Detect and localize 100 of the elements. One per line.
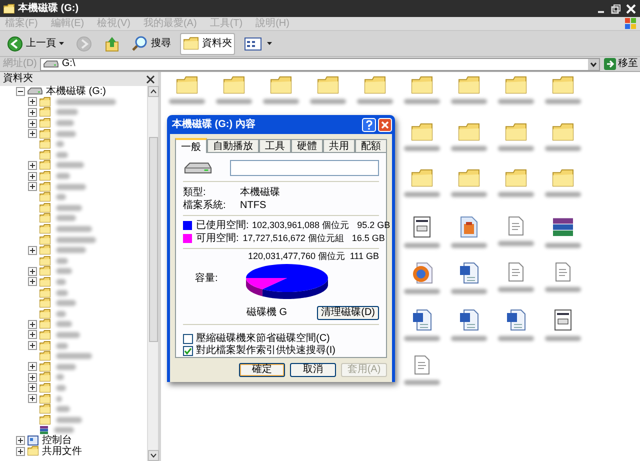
blurred-label bbox=[56, 141, 64, 148]
tab[interactable]: 一般 bbox=[175, 138, 207, 153]
restore-icon[interactable] bbox=[610, 2, 622, 14]
size-value: 95.2 GB bbox=[357, 221, 390, 230]
dialog-button[interactable]: 確定 bbox=[239, 363, 285, 377]
expand-icon[interactable] bbox=[28, 266, 37, 276]
blurred-label bbox=[356, 99, 392, 104]
field-label: 檔案系統: bbox=[183, 200, 227, 210]
blurred-label bbox=[404, 336, 440, 340]
blurred-label bbox=[56, 321, 72, 328]
expand-icon[interactable] bbox=[28, 362, 37, 372]
pane-title: 資料夾 bbox=[3, 74, 33, 84]
tree-item[interactable]: 控制台 bbox=[42, 435, 72, 446]
control-panel-icon bbox=[27, 435, 39, 446]
expand-icon[interactable] bbox=[28, 320, 37, 329]
expand-icon[interactable] bbox=[28, 246, 37, 255]
scroll-up-icon[interactable] bbox=[148, 86, 159, 97]
name-field[interactable] bbox=[230, 160, 379, 176]
expand-icon[interactable] bbox=[28, 97, 37, 106]
scrollbar-thumb[interactable] bbox=[148, 137, 158, 342]
folder-icon bbox=[410, 122, 432, 140]
tab[interactable]: 硬體 bbox=[291, 139, 323, 152]
folder-icon bbox=[39, 139, 51, 150]
tree-item[interactable]: 本機磁碟 (G:) bbox=[46, 86, 106, 97]
blurred-label bbox=[56, 152, 68, 158]
expand-icon[interactable] bbox=[28, 160, 37, 170]
field-label: 類型: bbox=[183, 188, 207, 198]
expand-icon[interactable] bbox=[28, 330, 37, 340]
byte-count: 17,727,516,672 個位元組 bbox=[242, 234, 344, 243]
checked-checkbox[interactable] bbox=[183, 346, 193, 356]
folder-icon bbox=[552, 76, 574, 94]
blurred-label bbox=[56, 130, 76, 137]
window-title: 本機磁碟 (G:) bbox=[18, 4, 79, 14]
folder-icon bbox=[504, 169, 526, 187]
blurred-label bbox=[216, 99, 252, 104]
byte-count: 102,303,961,088 個位元 bbox=[252, 221, 350, 230]
blurred-label bbox=[56, 194, 66, 200]
folder-icon bbox=[39, 160, 51, 170]
books-stack-icon bbox=[552, 216, 574, 238]
expand-icon[interactable] bbox=[16, 436, 25, 446]
folder-icon bbox=[458, 122, 480, 140]
drive-icon bbox=[42, 60, 59, 68]
document-icon bbox=[414, 355, 430, 375]
blurred-label bbox=[56, 416, 82, 423]
toolbar-button[interactable]: 上一頁 bbox=[4, 32, 67, 54]
expand-icon[interactable] bbox=[16, 446, 25, 456]
dialog-button[interactable]: 取消 bbox=[290, 363, 336, 377]
cleanup-button[interactable]: 清理磁碟(D) bbox=[317, 306, 379, 320]
folder-icon bbox=[39, 107, 51, 118]
blurred-label bbox=[56, 247, 86, 254]
folder-icon bbox=[39, 394, 51, 404]
dropdown-icon[interactable] bbox=[588, 58, 599, 70]
folder-icon bbox=[410, 169, 432, 187]
tab[interactable]: 工具 bbox=[259, 139, 291, 152]
expand-icon[interactable] bbox=[28, 383, 37, 392]
tree-item[interactable]: 共用文件 bbox=[42, 446, 82, 457]
tab[interactable]: 共用 bbox=[323, 139, 355, 152]
expand-icon[interactable] bbox=[28, 108, 37, 117]
expand-icon[interactable] bbox=[28, 129, 37, 138]
search-icon bbox=[132, 36, 148, 52]
expand-icon[interactable] bbox=[28, 277, 37, 286]
help-icon[interactable] bbox=[362, 118, 376, 132]
folder-icon bbox=[39, 382, 51, 393]
blurred-label bbox=[404, 242, 440, 248]
expand-icon[interactable] bbox=[28, 182, 37, 192]
blurred-label bbox=[450, 192, 486, 197]
toolbar-button[interactable]: 資料夾 bbox=[180, 32, 235, 54]
word-document-icon bbox=[412, 308, 432, 330]
checkbox-label[interactable]: 壓縮磁碟機來節省磁碟空間(C) bbox=[196, 334, 330, 344]
drive-icon bbox=[183, 161, 212, 175]
drive-label: 磁碟機 G bbox=[246, 308, 287, 318]
tab[interactable]: 配額 bbox=[355, 139, 387, 152]
expand-icon[interactable] bbox=[28, 341, 37, 350]
expand-icon[interactable] bbox=[28, 372, 37, 382]
folder-icon bbox=[552, 169, 574, 187]
checkbox[interactable] bbox=[183, 334, 193, 344]
blurred-label bbox=[450, 146, 486, 150]
blurred-label bbox=[56, 162, 84, 168]
blurred-label bbox=[56, 109, 78, 116]
expand-icon[interactable] bbox=[28, 118, 37, 128]
blurred-label bbox=[498, 240, 534, 246]
blurred-label bbox=[56, 258, 68, 264]
expand-icon[interactable] bbox=[28, 172, 37, 181]
close-icon[interactable] bbox=[146, 74, 155, 84]
globe-document-icon bbox=[410, 262, 432, 284]
scroll-down-icon[interactable] bbox=[148, 450, 159, 461]
tab[interactable]: 自動播放 bbox=[207, 139, 259, 152]
go-button[interactable]: 移至 bbox=[603, 58, 639, 70]
blurred-label bbox=[56, 364, 76, 370]
blurred-label bbox=[544, 146, 580, 150]
expand-icon[interactable] bbox=[28, 394, 37, 404]
collapse-icon[interactable] bbox=[16, 86, 25, 96]
folder-icon bbox=[3, 4, 15, 14]
address-field[interactable]: G:\ bbox=[40, 58, 600, 70]
field-value: 本機磁碟 bbox=[240, 188, 280, 198]
scrollbar[interactable] bbox=[147, 86, 158, 461]
folder-icon bbox=[39, 372, 51, 382]
toolbar-button[interactable]: 搜尋 bbox=[129, 32, 174, 54]
blurred-label bbox=[450, 99, 486, 104]
checkbox-label[interactable]: 對此檔案製作索引供快速搜尋(I) bbox=[196, 346, 336, 356]
